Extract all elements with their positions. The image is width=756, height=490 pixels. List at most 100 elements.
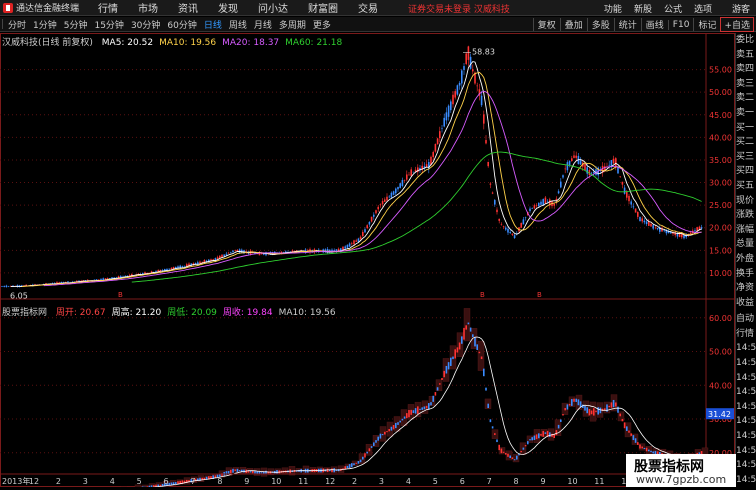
menu-item[interactable]: 资讯 bbox=[178, 0, 198, 15]
toolbar-button[interactable]: F10 bbox=[668, 20, 694, 30]
candle-body bbox=[8, 286, 10, 287]
indicator-candle bbox=[228, 471, 230, 474]
candle-body bbox=[344, 246, 346, 248]
indicator-candle bbox=[395, 423, 397, 428]
period-tab[interactable]: 更多 bbox=[313, 18, 331, 31]
menu-item[interactable]: 市场 bbox=[138, 0, 158, 15]
toolbar-button[interactable]: 标记 bbox=[693, 18, 720, 31]
candle-body bbox=[230, 252, 232, 253]
ma-labels: MA5: 20.52MA10: 19.56MA20: 18.37MA60: 21… bbox=[96, 38, 342, 48]
menu-item[interactable]: 发现 bbox=[218, 0, 238, 15]
period-tab[interactable]: 周线 bbox=[229, 18, 247, 31]
tick-time: 14:50 bbox=[736, 444, 756, 459]
candle-body bbox=[404, 180, 406, 181]
menu-item-right[interactable]: 选项 bbox=[694, 2, 712, 15]
candle-body bbox=[575, 156, 577, 158]
indicator-candle bbox=[490, 419, 492, 422]
indicator-title: 股票指标网 周开: 20.67周高: 21.20周低: 20.09周收: 19.… bbox=[2, 305, 336, 318]
candle-body bbox=[353, 240, 355, 244]
signal-marker: B bbox=[537, 291, 542, 299]
toolbar-button[interactable]: 复权 bbox=[533, 18, 560, 31]
indicator-candle bbox=[498, 445, 500, 450]
indicator-candle bbox=[646, 448, 648, 452]
candle-body bbox=[457, 85, 459, 94]
candle-body bbox=[377, 207, 379, 209]
period-tab[interactable]: 日线 bbox=[204, 18, 222, 31]
toolbar-button[interactable]: +自选 bbox=[720, 17, 754, 32]
candle-body bbox=[448, 106, 450, 117]
candle-body bbox=[639, 217, 641, 221]
toolbar-button[interactable]: 统计 bbox=[614, 18, 641, 31]
candle-body bbox=[402, 180, 404, 186]
y-tick-label: 30.00 bbox=[709, 179, 732, 188]
chart-area[interactable]: 55.0050.0045.0040.0035.0030.0025.0020.00… bbox=[0, 33, 706, 487]
candle-body bbox=[553, 204, 555, 206]
candle-body bbox=[507, 229, 509, 233]
candle-body bbox=[168, 269, 170, 270]
period-tab[interactable]: 60分钟 bbox=[167, 18, 196, 31]
login-notice[interactable]: 证券交易未登录 汉威科技 bbox=[408, 2, 510, 15]
period-tab[interactable]: 1分钟 bbox=[33, 18, 57, 31]
period-tab[interactable]: 分时 bbox=[8, 18, 26, 31]
period-tab[interactable]: 15分钟 bbox=[94, 18, 123, 31]
menu-item[interactable]: 财富圈 bbox=[308, 0, 338, 15]
toolbar-button[interactable]: 叠加 bbox=[560, 18, 587, 31]
indicator-candle bbox=[529, 439, 531, 440]
indicator-candle bbox=[589, 409, 591, 416]
candle-body bbox=[701, 227, 703, 228]
x-tick-label: 7 bbox=[487, 477, 492, 486]
menu-item[interactable]: 问小达 bbox=[258, 0, 288, 15]
weekly-box bbox=[583, 401, 589, 416]
candle-body bbox=[386, 197, 388, 201]
period-tab[interactable]: 多周期 bbox=[279, 18, 306, 31]
indicator-candle bbox=[505, 453, 507, 455]
candle-body bbox=[657, 228, 659, 229]
indicator-candle bbox=[393, 425, 395, 429]
app-logo-icon bbox=[3, 3, 13, 13]
indicator-candle bbox=[542, 431, 544, 437]
candle-body bbox=[580, 160, 582, 164]
candle-body bbox=[591, 173, 593, 174]
indicator-candle bbox=[457, 347, 459, 352]
candle-body bbox=[446, 112, 448, 120]
indicator-candle bbox=[633, 435, 635, 440]
candle-body bbox=[699, 227, 701, 230]
indicator-candle bbox=[413, 410, 415, 413]
indicator-candle bbox=[622, 419, 624, 421]
candle-body bbox=[481, 96, 483, 105]
watermark: 股票指标网 www.7gpzb.com bbox=[626, 454, 736, 487]
candle-body bbox=[501, 224, 503, 225]
period-tab[interactable]: 5分钟 bbox=[64, 18, 88, 31]
menu-item-right[interactable]: 功能 bbox=[604, 2, 622, 15]
candle-body bbox=[624, 188, 626, 194]
candle-body bbox=[468, 46, 470, 59]
indicator-candle bbox=[239, 470, 241, 471]
indicator-candle bbox=[446, 366, 448, 374]
toolbar-button[interactable]: 画线 bbox=[641, 18, 668, 31]
candle-body bbox=[351, 243, 353, 244]
guest-label[interactable]: 游客 bbox=[732, 2, 750, 15]
indicator-candle bbox=[404, 416, 406, 418]
toolbar-button[interactable]: 多股 bbox=[587, 18, 614, 31]
indicator-candle bbox=[534, 436, 536, 440]
weekly-box bbox=[464, 308, 470, 341]
period-tab[interactable]: 30分钟 bbox=[131, 18, 160, 31]
indicator-candle bbox=[437, 387, 439, 390]
quote-field-label: 卖一 bbox=[736, 106, 756, 121]
tick-time: 14:50 bbox=[736, 385, 756, 400]
menu-item-right[interactable]: 新股 bbox=[634, 2, 652, 15]
y-tick-label: 35.00 bbox=[709, 156, 732, 165]
menu-item-right[interactable]: 公式 bbox=[664, 2, 682, 15]
candle-body bbox=[435, 144, 437, 152]
x-tick-label: 5 bbox=[137, 477, 142, 486]
indicator-candle bbox=[254, 471, 256, 473]
kline-chart[interactable]: 55.0050.0045.0040.0035.0030.0025.0020.00… bbox=[0, 33, 735, 487]
candle-body bbox=[437, 138, 439, 144]
candle-body bbox=[492, 193, 494, 194]
period-tab[interactable]: 月线 bbox=[254, 18, 272, 31]
menu-item[interactable]: 交易 bbox=[358, 0, 378, 15]
x-tick-label: 8 bbox=[514, 477, 519, 486]
menu-item[interactable]: 行情 bbox=[98, 0, 118, 15]
quote-panel: 委比卖五卖四卖三卖二卖一买一买二买三买四买五现价涨跌涨幅总量外盘换手净资收益 自… bbox=[735, 33, 756, 487]
candle-body bbox=[382, 201, 384, 204]
